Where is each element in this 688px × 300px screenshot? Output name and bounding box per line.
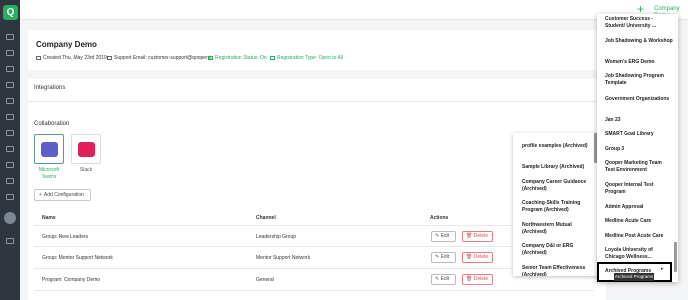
menu-item[interactable]: Medline Post Acute Care [605,233,673,240]
table-row: Group: Mentor Support Network Mentor Sup… [34,247,594,269]
menu-icon[interactable] [6,130,14,136]
menu-item[interactable]: Northwestern Mutual (Archived) [522,222,592,236]
menu-item[interactable]: Job Shadowing & Workshop [605,38,673,45]
home-icon[interactable] [6,34,14,40]
settings-icon[interactable] [6,238,14,244]
document-icon[interactable] [6,82,14,88]
edit-label: Edit [440,254,450,260]
chart-icon[interactable] [6,178,14,184]
delete-button[interactable]: 🗑 Delete [462,274,493,285]
add-configuration-button[interactable]: + Add Configuration [34,189,91,201]
calendar-icon[interactable] [6,194,14,200]
top-bar: + Company Demo ⌄ [20,0,688,20]
microsoft-teams-label: Microsoft Teams [38,167,60,180]
org-dropdown-menu: Customer Success - Student/ University .… [597,14,678,282]
tooltip: Archived Programs [614,273,654,281]
page-title: Company Demo [36,40,97,49]
registration-status-text: Registration Status: On [215,55,267,61]
edit-button[interactable]: ✎ Edit [431,231,456,242]
registration-status[interactable]: Registration Status: On [208,55,267,61]
app-logo[interactable]: Q [3,5,18,20]
menu-item[interactable]: Company D&I or ERG (Archived) [522,243,592,257]
status-icon [208,56,213,60]
support-email: Support Email: customer-support@qooper.i… [107,55,213,61]
calendar-icon [36,56,41,60]
edit-button[interactable]: ✎ Edit [431,274,456,285]
menu-item[interactable]: Medline Acute Care [605,218,673,225]
row-name: Program: Company Demo [42,277,101,283]
delete-label: Delete [473,254,489,260]
person-icon[interactable] [6,114,14,120]
registration-type-text: Registration Type: Open to All [277,55,344,61]
org-header-card: Company Demo Created Thu, May 23rd 2019 … [28,30,606,70]
menu-item[interactable]: Senior Team Effectiveness (Archived) [522,265,592,276]
collaboration-title: Collaboration [34,121,70,127]
slack-label: Slack [79,167,93,173]
slack-icon [78,142,95,157]
delete-label: Delete [473,233,489,239]
table-row: Program: Company Demo General ✎ Edit 🗑 D… [34,269,594,291]
menu-item[interactable]: SMART Goal Library [605,131,673,138]
col-header-channel: Channel [256,215,276,221]
row-channel: General [256,277,274,283]
menu-item[interactable]: Group 3 [605,146,673,153]
divider [28,101,606,102]
microsoft-teams-tile[interactable] [34,134,64,164]
email-icon [107,56,112,60]
col-header-actions: Actions [430,215,449,221]
table-header-row: Name Channel Actions [34,210,594,226]
delete-button[interactable]: 🗑 Delete [462,252,493,263]
menu-item[interactable]: Women's ERG Demo [605,59,673,66]
row-channel: Leadership Group [256,234,297,240]
menu-item[interactable]: profile examples (Archived) [522,143,592,150]
folder-icon[interactable] [6,66,14,72]
menu-item[interactable]: Customer Success - Student/ University .… [605,16,673,30]
created-date-text: Created Thu, May 23rd 2019 [43,55,107,61]
menu-item[interactable]: Jan 23 [605,117,673,124]
microsoft-teams-icon [41,142,58,157]
delete-label: Delete [473,276,489,282]
table-row: Group: New Leaders Leadership Group ✎ Ed… [34,226,594,247]
edit-button[interactable]: ✎ Edit [431,252,456,263]
edit-label: Edit [440,276,450,282]
menu-item[interactable]: Job Shadowing Program Template [605,73,673,87]
menu-item[interactable]: Qooper Marketing Team Test Environment [605,160,673,174]
row-name: Group: New Leaders [42,234,89,240]
menu-item[interactable]: Admin Approval [605,204,673,211]
registration-type[interactable]: Registration Type: Open to All [270,55,343,61]
globe-icon[interactable] [6,50,14,56]
add-configuration-label: Add Configuration [43,192,84,198]
left-sidebar: Q [0,0,20,300]
plus-icon: + [39,192,42,198]
list-icon[interactable] [6,98,14,104]
menu-item[interactable]: Qooper Internal Test Program [605,182,673,196]
menu-item[interactable]: Sample Library (Archived) [522,164,592,171]
scrollbar[interactable] [674,242,677,272]
integrations-title: Integrations [34,85,66,91]
avatar[interactable] [4,212,16,224]
menu-item[interactable]: Coaching-Skills Training Program (Archiv… [522,200,592,214]
edit-label: Edit [440,233,450,239]
menu-item[interactable]: Company Career Guidance (Archived) [522,179,592,193]
row-channel: Mentor Support Network [256,255,311,261]
support-email-text: Support Email: customer-support@qooper.i… [114,55,213,61]
archived-programs-submenu: profile examples (Archived) Sample Libra… [513,133,599,276]
slack-tile[interactable] [71,134,101,164]
created-date: Created Thu, May 23rd 2019 [36,55,107,61]
col-header-name: Name [42,215,56,221]
chat-icon[interactable] [6,146,14,152]
menu-item[interactable]: Government Organizations [605,96,673,103]
message-icon[interactable] [6,162,14,168]
delete-button[interactable]: 🗑 Delete [462,231,493,242]
row-name: Group: Mentor Support Network [42,255,113,261]
type-icon [270,56,275,60]
menu-item[interactable]: Loyola University of Chicago Wellness... [605,247,673,261]
